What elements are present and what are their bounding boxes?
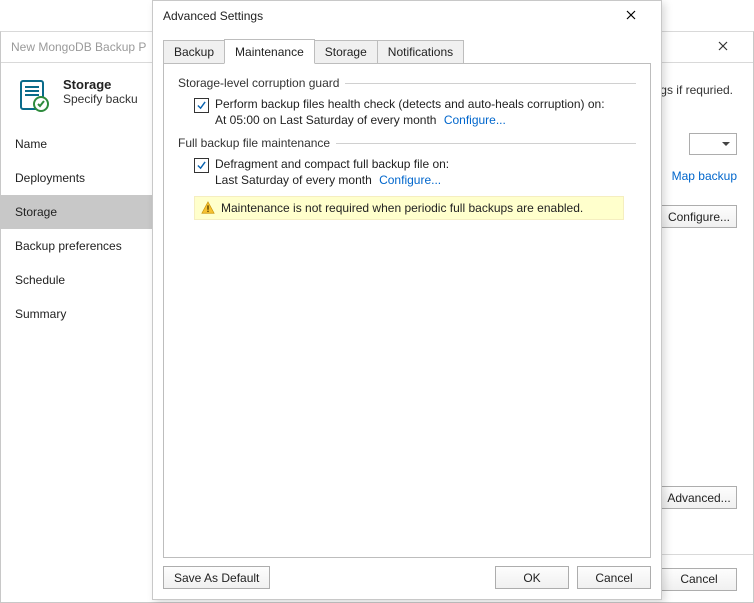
tab-maintenance[interactable]: Maintenance — [224, 39, 315, 64]
dialog-footer: Save As Default OK Cancel — [163, 558, 651, 589]
cancel-button[interactable]: Cancel — [577, 566, 651, 589]
page-subtitle: Specify backu — [63, 92, 138, 106]
maintenance-notice: Maintenance is not required when periodi… — [194, 196, 624, 220]
tab-storage[interactable]: Storage — [314, 40, 378, 64]
nav-item-storage[interactable]: Storage — [1, 195, 156, 229]
cancel-button[interactable]: Cancel — [661, 568, 737, 591]
dialog-titlebar: Advanced Settings — [153, 1, 661, 31]
save-as-default-button[interactable]: Save As Default — [163, 566, 270, 589]
defragment-checkbox[interactable] — [194, 158, 209, 173]
truncated-text: gs if requried. — [660, 83, 733, 97]
configure-button[interactable]: Configure... — [661, 205, 737, 228]
group-corruption-guard: Storage-level corruption guard — [178, 76, 636, 90]
storage-icon — [17, 77, 53, 113]
chevron-down-icon — [722, 142, 730, 146]
nav-item-deployments[interactable]: Deployments — [1, 161, 156, 195]
health-check-label: Perform backup files health check (detec… — [215, 96, 605, 112]
close-icon[interactable] — [703, 32, 743, 62]
health-check-checkbox[interactable] — [194, 98, 209, 113]
group-full-backup-maintenance: Full backup file maintenance — [178, 136, 636, 150]
defragment-schedule: Last Saturday of every month — [215, 173, 372, 187]
advanced-button[interactable]: Advanced... — [661, 486, 737, 509]
wizard-nav: Name Deployments Storage Backup preferen… — [1, 127, 156, 331]
close-icon[interactable] — [611, 1, 651, 31]
defragment-configure-link[interactable]: Configure... — [379, 173, 441, 187]
tab-strip: Backup Maintenance Storage Notifications — [163, 39, 651, 64]
warning-icon — [201, 201, 215, 215]
health-check-configure-link[interactable]: Configure... — [444, 113, 506, 127]
ok-button[interactable]: OK — [495, 566, 569, 589]
nav-item-summary[interactable]: Summary — [1, 297, 156, 331]
nav-item-schedule[interactable]: Schedule — [1, 263, 156, 297]
advanced-settings-dialog: Advanced Settings Backup Maintenance Sto… — [152, 0, 662, 600]
nav-item-backup-preferences[interactable]: Backup preferences — [1, 229, 156, 263]
wizard-sidebar: Storage Specify backu Name Deployments S… — [1, 63, 156, 603]
tab-backup[interactable]: Backup — [163, 40, 225, 64]
repository-dropdown[interactable] — [689, 133, 737, 155]
maintenance-notice-text: Maintenance is not required when periodi… — [221, 201, 583, 215]
dialog-title: Advanced Settings — [163, 9, 611, 23]
page-title: Storage — [63, 77, 138, 92]
tab-notifications[interactable]: Notifications — [377, 40, 464, 64]
health-check-schedule: At 05:00 on Last Saturday of every month — [215, 113, 436, 127]
tab-panel-maintenance: Storage-level corruption guard Perform b… — [163, 63, 651, 558]
defragment-label: Defragment and compact full backup file … — [215, 156, 449, 172]
wizard-header: Storage Specify backu — [1, 63, 156, 123]
map-backup-link[interactable]: Map backup — [672, 169, 737, 183]
nav-item-name[interactable]: Name — [1, 127, 156, 161]
